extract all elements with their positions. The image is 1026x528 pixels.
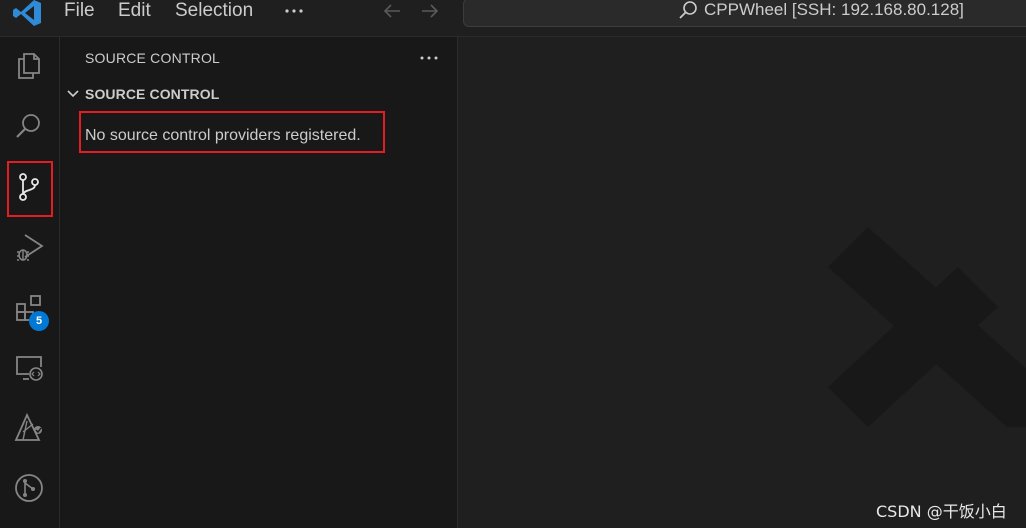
search-icon bbox=[679, 1, 697, 19]
vscode-watermark-icon bbox=[828, 227, 1026, 427]
vscode-logo-icon bbox=[13, 0, 41, 26]
title-bar: File Edit Selection CPPWheel [SSH: 192.1… bbox=[0, 0, 1026, 37]
command-center-text: CPPWheel [SSH: 192.168.80.128] bbox=[704, 0, 964, 19]
activity-explorer[interactable] bbox=[0, 37, 60, 95]
chevron-down-icon[interactable] bbox=[65, 86, 81, 102]
run-debug-icon bbox=[17, 234, 44, 261]
menu-edit[interactable]: Edit bbox=[118, 0, 151, 22]
files-icon bbox=[18, 53, 40, 79]
remote-explorer-icon bbox=[16, 356, 43, 381]
activity-remote-explorer[interactable] bbox=[0, 339, 60, 397]
arrow-right-icon[interactable] bbox=[418, 0, 442, 24]
extensions-badge: 5 bbox=[29, 311, 49, 331]
testing-icon bbox=[14, 412, 42, 441]
section-header[interactable]: SOURCE CONTROL bbox=[85, 86, 219, 102]
source-control-highlight-box bbox=[7, 161, 53, 217]
command-center[interactable]: CPPWheel [SSH: 192.168.80.128] bbox=[463, 0, 1026, 27]
menu-selection[interactable]: Selection bbox=[175, 0, 253, 22]
editor-area bbox=[458, 37, 1026, 528]
more-actions-icon[interactable] bbox=[417, 47, 441, 69]
activity-testing[interactable] bbox=[0, 399, 60, 457]
activity-git-graph[interactable] bbox=[0, 459, 60, 517]
more-menu-icon[interactable] bbox=[282, 0, 306, 22]
source-control-sidebar: SOURCE CONTROL SOURCE CONTROL No source … bbox=[60, 37, 458, 528]
activity-bar: 5 bbox=[0, 37, 60, 528]
activity-search[interactable] bbox=[0, 97, 60, 155]
arrow-left-icon[interactable] bbox=[380, 0, 404, 24]
sidebar-title: SOURCE CONTROL bbox=[85, 50, 221, 66]
menu-file[interactable]: File bbox=[64, 0, 95, 22]
search-icon bbox=[16, 114, 40, 138]
message-highlight-box bbox=[79, 111, 385, 153]
git-graph-icon bbox=[15, 474, 43, 502]
activity-extensions[interactable]: 5 bbox=[0, 279, 60, 337]
vscode-window: File Edit Selection CPPWheel [SSH: 192.1… bbox=[0, 0, 1026, 528]
csdn-watermark: CSDN @干饭小白 bbox=[876, 502, 1007, 521]
activity-run-debug[interactable] bbox=[0, 218, 60, 276]
